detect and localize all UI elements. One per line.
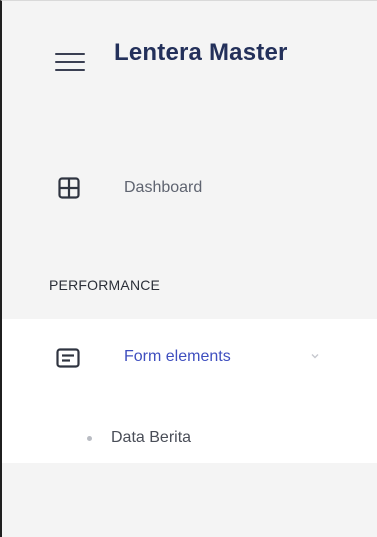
sidebar: Lentera Master Dashboard PERFORMANCE For… bbox=[0, 0, 377, 537]
hamburger-menu-icon[interactable] bbox=[55, 51, 85, 73]
sidebar-subitem-data-berita[interactable]: Data Berita bbox=[2, 415, 377, 461]
sidebar-header: Lentera Master bbox=[2, 1, 377, 113]
hamburger-bar bbox=[55, 61, 85, 63]
section-heading-performance: PERFORMANCE bbox=[49, 277, 161, 293]
chevron-down-icon[interactable] bbox=[310, 352, 320, 360]
bullet-dot-icon bbox=[87, 436, 92, 441]
sidebar-item-form-elements[interactable]: Form elements bbox=[2, 335, 377, 381]
sidebar-item-label: Dashboard bbox=[124, 179, 203, 196]
sidebar-item-label: Form elements bbox=[124, 348, 231, 365]
grid-icon bbox=[58, 177, 80, 199]
app-title: Lentera Master bbox=[114, 39, 288, 66]
hamburger-bar bbox=[55, 53, 85, 55]
sidebar-item-dashboard[interactable]: Dashboard bbox=[2, 166, 377, 212]
form-icon bbox=[56, 348, 80, 368]
sidebar-subitem-label: Data Berita bbox=[111, 429, 192, 446]
hamburger-bar bbox=[55, 69, 85, 71]
